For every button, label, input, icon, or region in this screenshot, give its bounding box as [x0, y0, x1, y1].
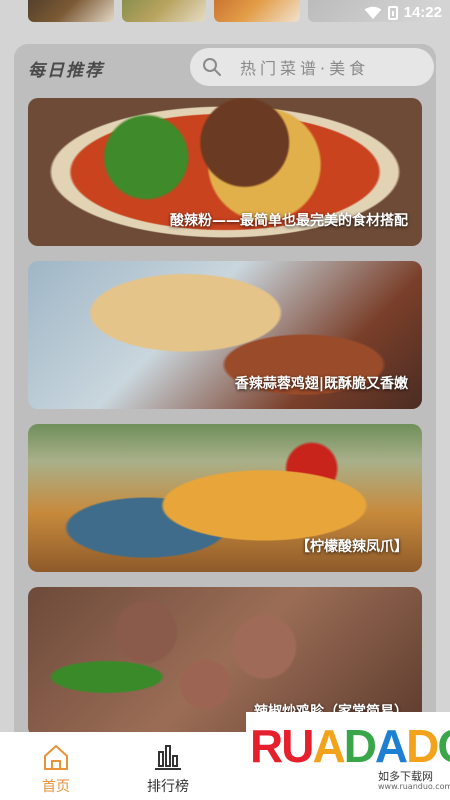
search-bar[interactable]: 热门菜谱·美食: [190, 48, 434, 86]
recommend-card: 每日推荐 热门菜谱·美食 酸辣粉——最简单也最完美的食材搭配 香辣蒜蓉鸡翅|既酥…: [14, 44, 436, 744]
recipe-caption: 酸辣粉——最简单也最完美的食材搭配: [170, 213, 408, 229]
status-time: 14:22: [403, 4, 442, 21]
search-icon: [203, 58, 221, 76]
recipe-card[interactable]: 【柠檬酸辣凤爪】: [28, 424, 422, 572]
home-icon: [44, 745, 68, 770]
nav-label-rank: 排行榜: [147, 779, 189, 795]
nav-item-home[interactable]: 首页: [16, 742, 96, 796]
wifi-icon: [364, 6, 382, 19]
recipe-card[interactable]: 酸辣粉——最简单也最完美的食材搭配: [28, 98, 422, 246]
nav-item-rank[interactable]: 排行榜: [128, 742, 208, 796]
watermark-logo: RUADADO 如多下载网 www.ruanduo.com: [246, 712, 450, 800]
battery-icon: [387, 5, 398, 20]
watermark-logo-text: RUADADO: [250, 720, 450, 772]
nav-label-home: 首页: [42, 779, 70, 795]
top-strip: 14:22: [0, 0, 450, 30]
thumbnail-image[interactable]: [214, 0, 300, 22]
recipe-card[interactable]: 香辣蒜蓉鸡翅|既酥脆又香嫩: [28, 261, 422, 409]
search-placeholder: 热门菜谱·美食: [240, 59, 370, 78]
recipe-caption: 【柠檬酸辣凤爪】: [296, 539, 408, 555]
thumbnail-image[interactable]: [28, 0, 114, 22]
status-bar: 14:22: [364, 4, 442, 21]
watermark-url: www.ruanduo.com: [378, 782, 450, 791]
recipe-caption: 香辣蒜蓉鸡翅|既酥脆又香嫩: [234, 376, 408, 392]
rank-chart-icon: [155, 745, 181, 770]
recommend-header: 每日推荐 热门菜谱·美食: [14, 44, 436, 94]
thumbnail-image[interactable]: [122, 0, 206, 22]
section-title: 每日推荐: [28, 61, 104, 81]
